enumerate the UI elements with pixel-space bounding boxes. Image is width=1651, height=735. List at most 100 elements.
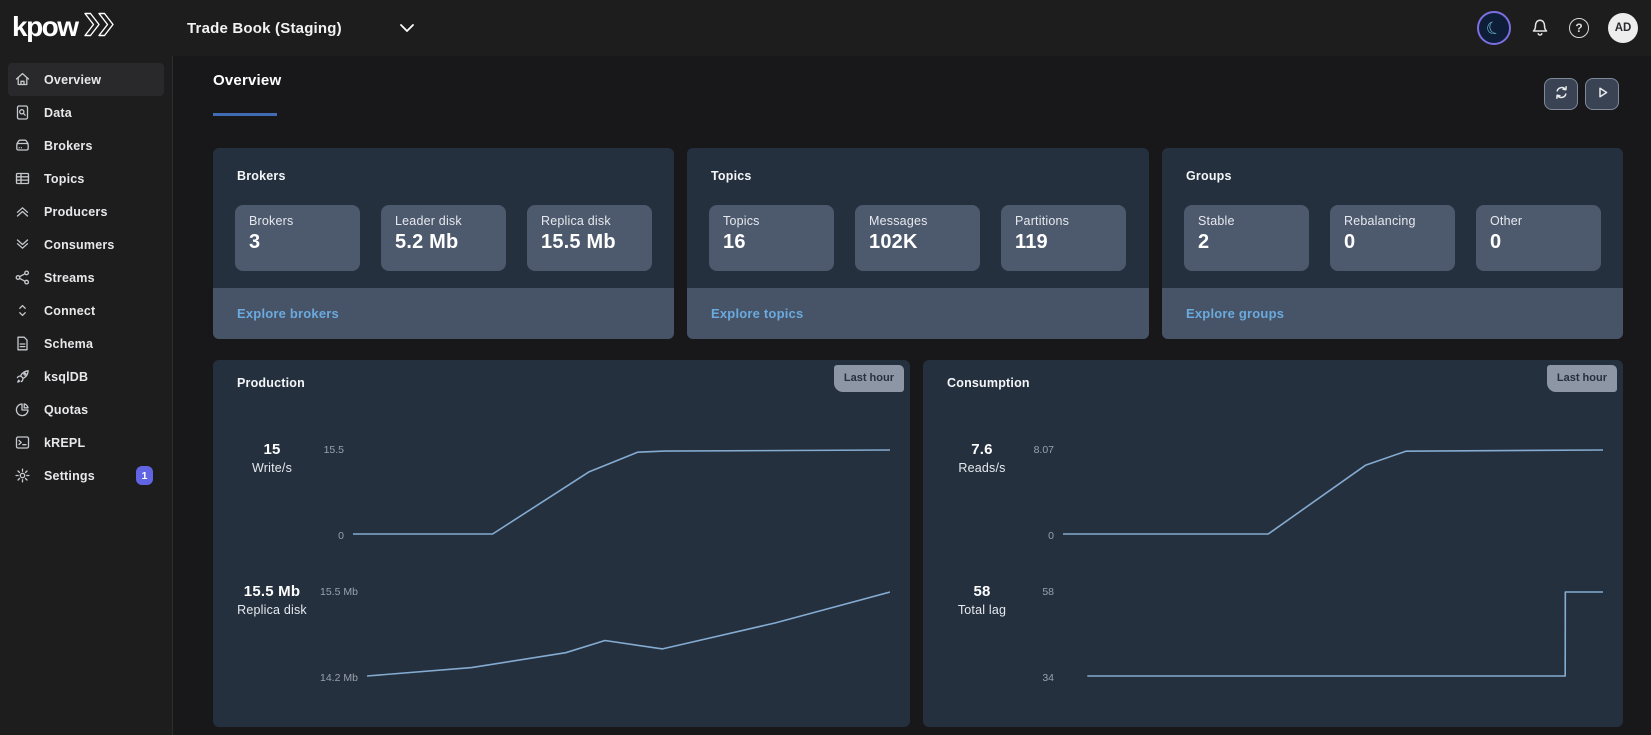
sidebar-item-label: Data	[44, 106, 72, 120]
environment-selector[interactable]: Trade Book (Staging)	[187, 0, 342, 56]
read-rate-stat: 7.6 Reads/s	[934, 440, 1030, 544]
environment-name: Trade Book (Staging)	[187, 20, 342, 37]
sidebar-item-streams[interactable]: Streams	[8, 261, 164, 294]
card-title: Groups	[1186, 169, 1232, 183]
replica-disk-stat: 15.5 Mb Replica disk	[224, 582, 320, 686]
stat-tile-other: Other 0	[1476, 205, 1601, 271]
stat-label: Partitions	[1015, 214, 1120, 228]
home-icon	[14, 71, 31, 88]
stat-value: 16	[723, 231, 828, 254]
stat-label: Messages	[869, 214, 974, 228]
stat-label: Leader disk	[395, 214, 500, 228]
sidebar-item-topics[interactable]: Topics	[8, 162, 164, 195]
file-search-icon	[14, 104, 31, 121]
sidebar-item-schema[interactable]: Schema	[8, 327, 164, 360]
sidebar-item-label: Consumers	[44, 238, 115, 252]
sidebar-item-label: ksqlDB	[44, 370, 88, 384]
stat-tiles: Brokers 3 Leader disk 5.2 Mb Replica dis…	[235, 205, 652, 271]
kpow-logo[interactable]: kpow	[12, 11, 118, 43]
stat-value: 15.5 Mb	[244, 582, 300, 602]
chevrons-up-icon	[14, 203, 31, 220]
table-icon	[14, 170, 31, 187]
sidebar-item-label: Schema	[44, 337, 93, 351]
topbar-actions: ☾ ? AD	[1477, 0, 1638, 56]
stat-label: Brokers	[249, 214, 354, 228]
stat-label: Total lag	[958, 602, 1006, 619]
notifications-button[interactable]	[1530, 16, 1550, 40]
replica-disk-chart-row: 15.5 Mb Replica disk 15.5 Mb 14.2 Mb	[224, 582, 890, 686]
sidebar-item-label: kREPL	[44, 436, 85, 450]
y-min-label: 14.2 Mb	[320, 671, 358, 685]
terminal-icon	[14, 434, 31, 451]
time-range-badge: Last hour	[834, 365, 904, 392]
explore-brokers-link[interactable]: Explore brokers	[237, 306, 339, 321]
sidebar-item-label: Overview	[44, 73, 101, 87]
write-rate-sparkline	[353, 440, 890, 544]
explore-topics-link[interactable]: Explore topics	[711, 306, 803, 321]
stat-label: Write/s	[252, 460, 292, 477]
sidebar-item-producers[interactable]: Producers	[8, 195, 164, 228]
help-button[interactable]: ?	[1569, 18, 1589, 38]
stat-tiles: Stable 2 Rebalancing 0 Other 0	[1184, 205, 1601, 271]
write-rate-stat: 15 Write/s	[224, 440, 320, 544]
topbar: kpow Trade Book (Staging) ☾	[0, 0, 1651, 56]
sidebar-item-quotas[interactable]: Quotas	[8, 393, 164, 426]
sidebar-item-data[interactable]: Data	[8, 96, 164, 129]
stat-value: 2	[1198, 231, 1303, 254]
rocket-icon	[14, 368, 31, 385]
chevrons-up-down-icon	[14, 302, 31, 319]
sidebar-item-label: Producers	[44, 205, 108, 219]
sidebar-item-ksqldb[interactable]: ksqlDB	[8, 360, 164, 393]
stat-tile-rebalancing: Rebalancing 0	[1330, 205, 1455, 271]
chevron-down-icon	[398, 21, 416, 39]
refresh-button[interactable]	[1544, 78, 1578, 110]
sidebar-item-label: Quotas	[44, 403, 88, 417]
play-icon	[1594, 84, 1611, 104]
sidebar-item-overview[interactable]: Overview	[8, 63, 164, 96]
page-title: Overview	[213, 72, 281, 89]
stat-tile-partitions: Partitions 119	[1001, 205, 1126, 271]
card-title: Topics	[711, 169, 752, 183]
consumption-chart-card: Consumption Last hour 7.6 Reads/s 8.07 0…	[923, 360, 1623, 727]
gear-icon	[14, 467, 31, 484]
read-rate-sparkline	[1063, 440, 1603, 544]
card-footer: Explore topics	[687, 288, 1149, 339]
stat-value: 3	[249, 231, 354, 254]
sidebar-item-krepl[interactable]: kREPL	[8, 426, 164, 459]
sidebar-item-brokers[interactable]: Brokers	[8, 129, 164, 162]
time-range-badge: Last hour	[1547, 365, 1617, 392]
stat-label: Replica disk	[237, 602, 307, 619]
sidebar-item-label: Brokers	[44, 139, 93, 153]
y-axis-labels: 15.5 0	[320, 440, 344, 544]
total-lag-chart-row: 58 Total lag 58 34	[934, 582, 1603, 686]
y-axis-labels: 8.07 0	[1030, 440, 1054, 544]
kpow-logo-text: kpow	[12, 11, 78, 43]
stat-value: 7.6	[971, 440, 992, 460]
stat-tile-stable: Stable 2	[1184, 205, 1309, 271]
y-max-label: 15.5 Mb	[320, 585, 358, 599]
stat-value: 0	[1344, 231, 1449, 254]
stat-value: 15.5 Mb	[541, 231, 646, 254]
page-title-underline	[213, 113, 277, 116]
stat-value: 119	[1015, 231, 1120, 254]
stat-tile-brokers: Brokers 3	[235, 205, 360, 271]
topics-summary-card: Topics Topics 16 Messages 102K Partition…	[687, 148, 1149, 339]
sidebar-item-connect[interactable]: Connect	[8, 294, 164, 327]
explore-groups-link[interactable]: Explore groups	[1186, 306, 1284, 321]
hard-drive-icon	[14, 137, 31, 154]
sidebar-item-label: Settings	[44, 469, 95, 483]
sidebar-item-label: Topics	[44, 172, 85, 186]
kpow-logo-chevrons-icon	[82, 11, 118, 43]
stat-label: Other	[1490, 214, 1595, 228]
dark-mode-toggle[interactable]: ☾	[1477, 11, 1511, 45]
user-avatar[interactable]: AD	[1608, 13, 1638, 43]
sidebar-item-settings[interactable]: Settings 1	[8, 459, 164, 492]
live-mode-button[interactable]	[1585, 78, 1619, 110]
read-rate-chart-row: 7.6 Reads/s 8.07 0	[934, 440, 1603, 544]
write-rate-chart-row: 15 Write/s 15.5 0	[224, 440, 890, 544]
total-lag-stat: 58 Total lag	[934, 582, 1030, 686]
stat-value: 102K	[869, 231, 974, 254]
sidebar-item-consumers[interactable]: Consumers	[8, 228, 164, 261]
stat-value: 58	[973, 582, 990, 602]
production-chart-card: Production Last hour 15 Write/s 15.5 0 1…	[213, 360, 910, 727]
